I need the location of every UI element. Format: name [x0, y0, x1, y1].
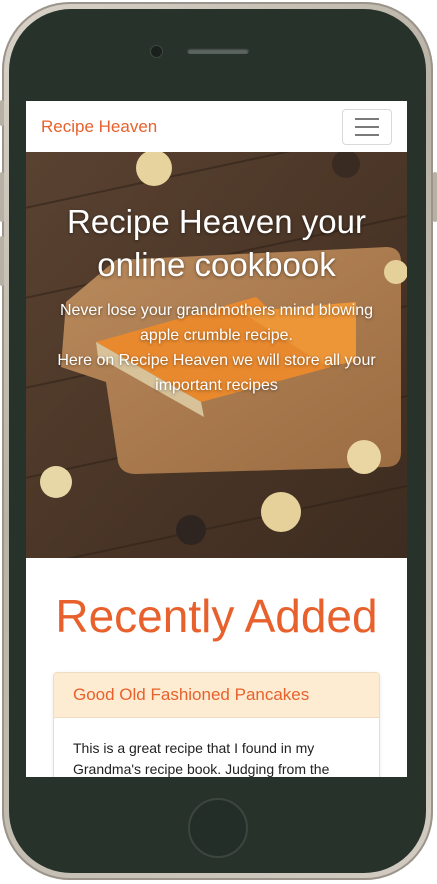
mute-switch: [0, 100, 4, 126]
hero-subtitle: Never lose your grandmothers mind blowin…: [52, 298, 382, 398]
recipe-card-title[interactable]: Good Old Fashioned Pancakes: [54, 673, 379, 718]
navbar: Recipe Heaven: [26, 101, 407, 152]
brand-link[interactable]: Recipe Heaven: [41, 117, 157, 137]
hero-text: Recipe Heaven your online cookbook Never…: [26, 200, 407, 398]
hero-banner: Recipe Heaven your online cookbook Never…: [26, 152, 407, 558]
hero-title: Recipe Heaven your online cookbook: [67, 203, 366, 283]
recipe-card[interactable]: Good Old Fashioned Pancakes This is a gr…: [53, 672, 380, 777]
speaker-grille: [187, 48, 249, 54]
volume-down-button: [0, 236, 4, 286]
hamburger-menu-icon[interactable]: [342, 108, 392, 145]
recipe-card-excerpt: This is a great recipe that I found in m…: [73, 740, 330, 777]
hero-subtitle-line: Never lose your grandmothers mind blowin…: [59, 302, 374, 344]
volume-up-button: [0, 172, 4, 222]
front-camera-icon: [150, 45, 163, 58]
home-button[interactable]: [188, 798, 248, 858]
recently-added-heading: Recently Added: [55, 590, 378, 642]
hero-subtitle-line: Here on Recipe Heaven we will store all …: [57, 352, 376, 394]
power-button: [433, 172, 437, 222]
phone-screen: Recipe Heaven Recipe Heaven your online …: [26, 101, 407, 777]
